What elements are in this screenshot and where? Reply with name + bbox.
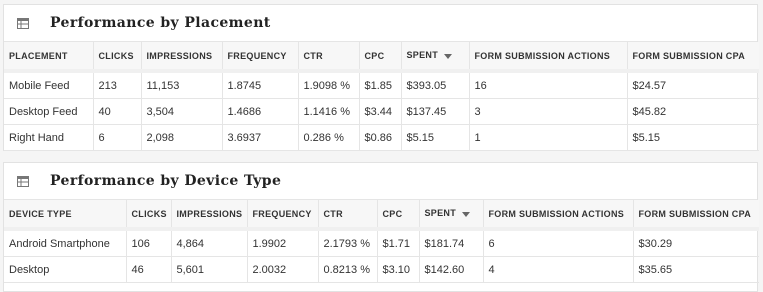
sort-desc-icon[interactable] bbox=[444, 51, 453, 61]
table-cell: Desktop bbox=[4, 256, 127, 283]
table-row: Mobile Feed 213 11,153 1.8745 1.9098 % $… bbox=[4, 69, 759, 99]
table-cell: 16 bbox=[469, 69, 628, 99]
table-cell: Mobile Feed bbox=[4, 69, 94, 99]
column-header[interactable]: FORM SUBMISSION CPA bbox=[633, 200, 759, 230]
placement-panel: Performance by Placement PLACEMENT CLICK… bbox=[3, 4, 759, 151]
column-header[interactable]: CLICKS bbox=[126, 200, 172, 230]
table-row: Android Smartphone 106 4,864 1.9902 2.17… bbox=[4, 227, 759, 257]
table-icon bbox=[4, 163, 42, 199]
table-cell: $35.65 bbox=[633, 256, 759, 283]
device-table: DEVICE TYPE CLICKS IMPRESSIONS FREQUENCY… bbox=[4, 200, 759, 283]
table-cell: 0.286 % bbox=[298, 124, 360, 151]
placement-table: PLACEMENT CLICKS IMPRESSIONS FREQUENCY C… bbox=[4, 42, 759, 151]
table-cell: 3 bbox=[469, 98, 628, 125]
table-cell: 1 bbox=[469, 124, 628, 151]
table-cell: 1.9098 % bbox=[298, 69, 360, 99]
table-cell: $30.29 bbox=[633, 227, 759, 257]
table-row: Right Hand 6 2,098 3.6937 0.286 % $0.86 … bbox=[4, 124, 759, 151]
table-cell: $1.85 bbox=[359, 69, 402, 99]
table-cell: $393.05 bbox=[401, 69, 470, 99]
column-header[interactable]: FREQUENCY bbox=[247, 200, 319, 230]
column-header[interactable]: CTR bbox=[318, 200, 378, 230]
column-header[interactable]: CTR bbox=[298, 42, 360, 72]
table-cell: Desktop Feed bbox=[4, 98, 94, 125]
table-icon bbox=[4, 5, 42, 41]
table-row: Desktop 46 5,601 2.0032 0.8213 % $3.10 $… bbox=[4, 256, 759, 283]
table-cell: 1.4686 bbox=[222, 98, 299, 125]
table-header-row: DEVICE TYPE CLICKS IMPRESSIONS FREQUENCY… bbox=[4, 200, 759, 230]
table-cell: 106 bbox=[126, 227, 172, 257]
column-header[interactable]: FORM SUBMISSION CPA bbox=[627, 42, 759, 72]
table-cell: $181.74 bbox=[419, 227, 484, 257]
column-header-sorted[interactable]: SPENT bbox=[401, 42, 470, 72]
panel-title: Performance by Device Type bbox=[50, 173, 282, 189]
column-header-label: SPENT bbox=[406, 50, 439, 61]
column-header[interactable]: DEVICE TYPE bbox=[4, 200, 127, 230]
column-header[interactable]: IMPRESSIONS bbox=[141, 42, 223, 72]
table-cell: 0.8213 % bbox=[318, 256, 378, 283]
sort-desc-icon[interactable] bbox=[462, 209, 471, 219]
table-cell: $45.82 bbox=[627, 98, 759, 125]
column-header[interactable]: FORM SUBMISSION ACTIONS bbox=[469, 42, 628, 72]
table-cell: 1.9902 bbox=[247, 227, 319, 257]
table-cell: 5,601 bbox=[171, 256, 248, 283]
column-header[interactable]: FORM SUBMISSION ACTIONS bbox=[483, 200, 634, 230]
table-cell: 46 bbox=[126, 256, 172, 283]
column-header[interactable]: PLACEMENT bbox=[4, 42, 94, 72]
device-panel: Performance by Device Type DEVICE TYPE C… bbox=[3, 162, 759, 292]
table-cell: 11,153 bbox=[141, 69, 223, 99]
table-cell: 2.0032 bbox=[247, 256, 319, 283]
table-cell: 2,098 bbox=[141, 124, 223, 151]
column-header[interactable]: FREQUENCY bbox=[222, 42, 299, 72]
table-cell: $24.57 bbox=[627, 69, 759, 99]
table-cell: 3,504 bbox=[141, 98, 223, 125]
table-header-row: PLACEMENT CLICKS IMPRESSIONS FREQUENCY C… bbox=[4, 42, 759, 72]
column-header[interactable]: IMPRESSIONS bbox=[171, 200, 248, 230]
device-panel-header: Performance by Device Type bbox=[4, 163, 757, 200]
table-cell: 1.1416 % bbox=[298, 98, 360, 125]
table-cell: $3.44 bbox=[359, 98, 402, 125]
placement-panel-header: Performance by Placement bbox=[4, 5, 757, 42]
column-header-sorted[interactable]: SPENT bbox=[419, 200, 484, 230]
table-cell: 3.6937 bbox=[222, 124, 299, 151]
table-cell: Android Smartphone bbox=[4, 227, 127, 257]
table-cell: $3.10 bbox=[377, 256, 420, 283]
table-cell: 2.1793 % bbox=[318, 227, 378, 257]
column-header[interactable]: CLICKS bbox=[93, 42, 142, 72]
table-cell: 40 bbox=[93, 98, 142, 125]
table-cell: Right Hand bbox=[4, 124, 94, 151]
table-cell: $142.60 bbox=[419, 256, 484, 283]
table-cell: 1.8745 bbox=[222, 69, 299, 99]
table-cell: 4,864 bbox=[171, 227, 248, 257]
table-cell: $137.45 bbox=[401, 98, 470, 125]
table-row: Desktop Feed 40 3,504 1.4686 1.1416 % $3… bbox=[4, 98, 759, 125]
table-cell: 4 bbox=[483, 256, 634, 283]
panel-title: Performance by Placement bbox=[50, 15, 271, 31]
table-cell: 6 bbox=[483, 227, 634, 257]
table-cell: $1.71 bbox=[377, 227, 420, 257]
table-cell: 213 bbox=[93, 69, 142, 99]
column-header-label: SPENT bbox=[424, 208, 457, 219]
table-cell: 6 bbox=[93, 124, 142, 151]
column-header[interactable]: CPC bbox=[359, 42, 402, 72]
table-cell: $0.86 bbox=[359, 124, 402, 151]
column-header[interactable]: CPC bbox=[377, 200, 420, 230]
table-cell: $5.15 bbox=[627, 124, 759, 151]
table-cell: $5.15 bbox=[401, 124, 470, 151]
